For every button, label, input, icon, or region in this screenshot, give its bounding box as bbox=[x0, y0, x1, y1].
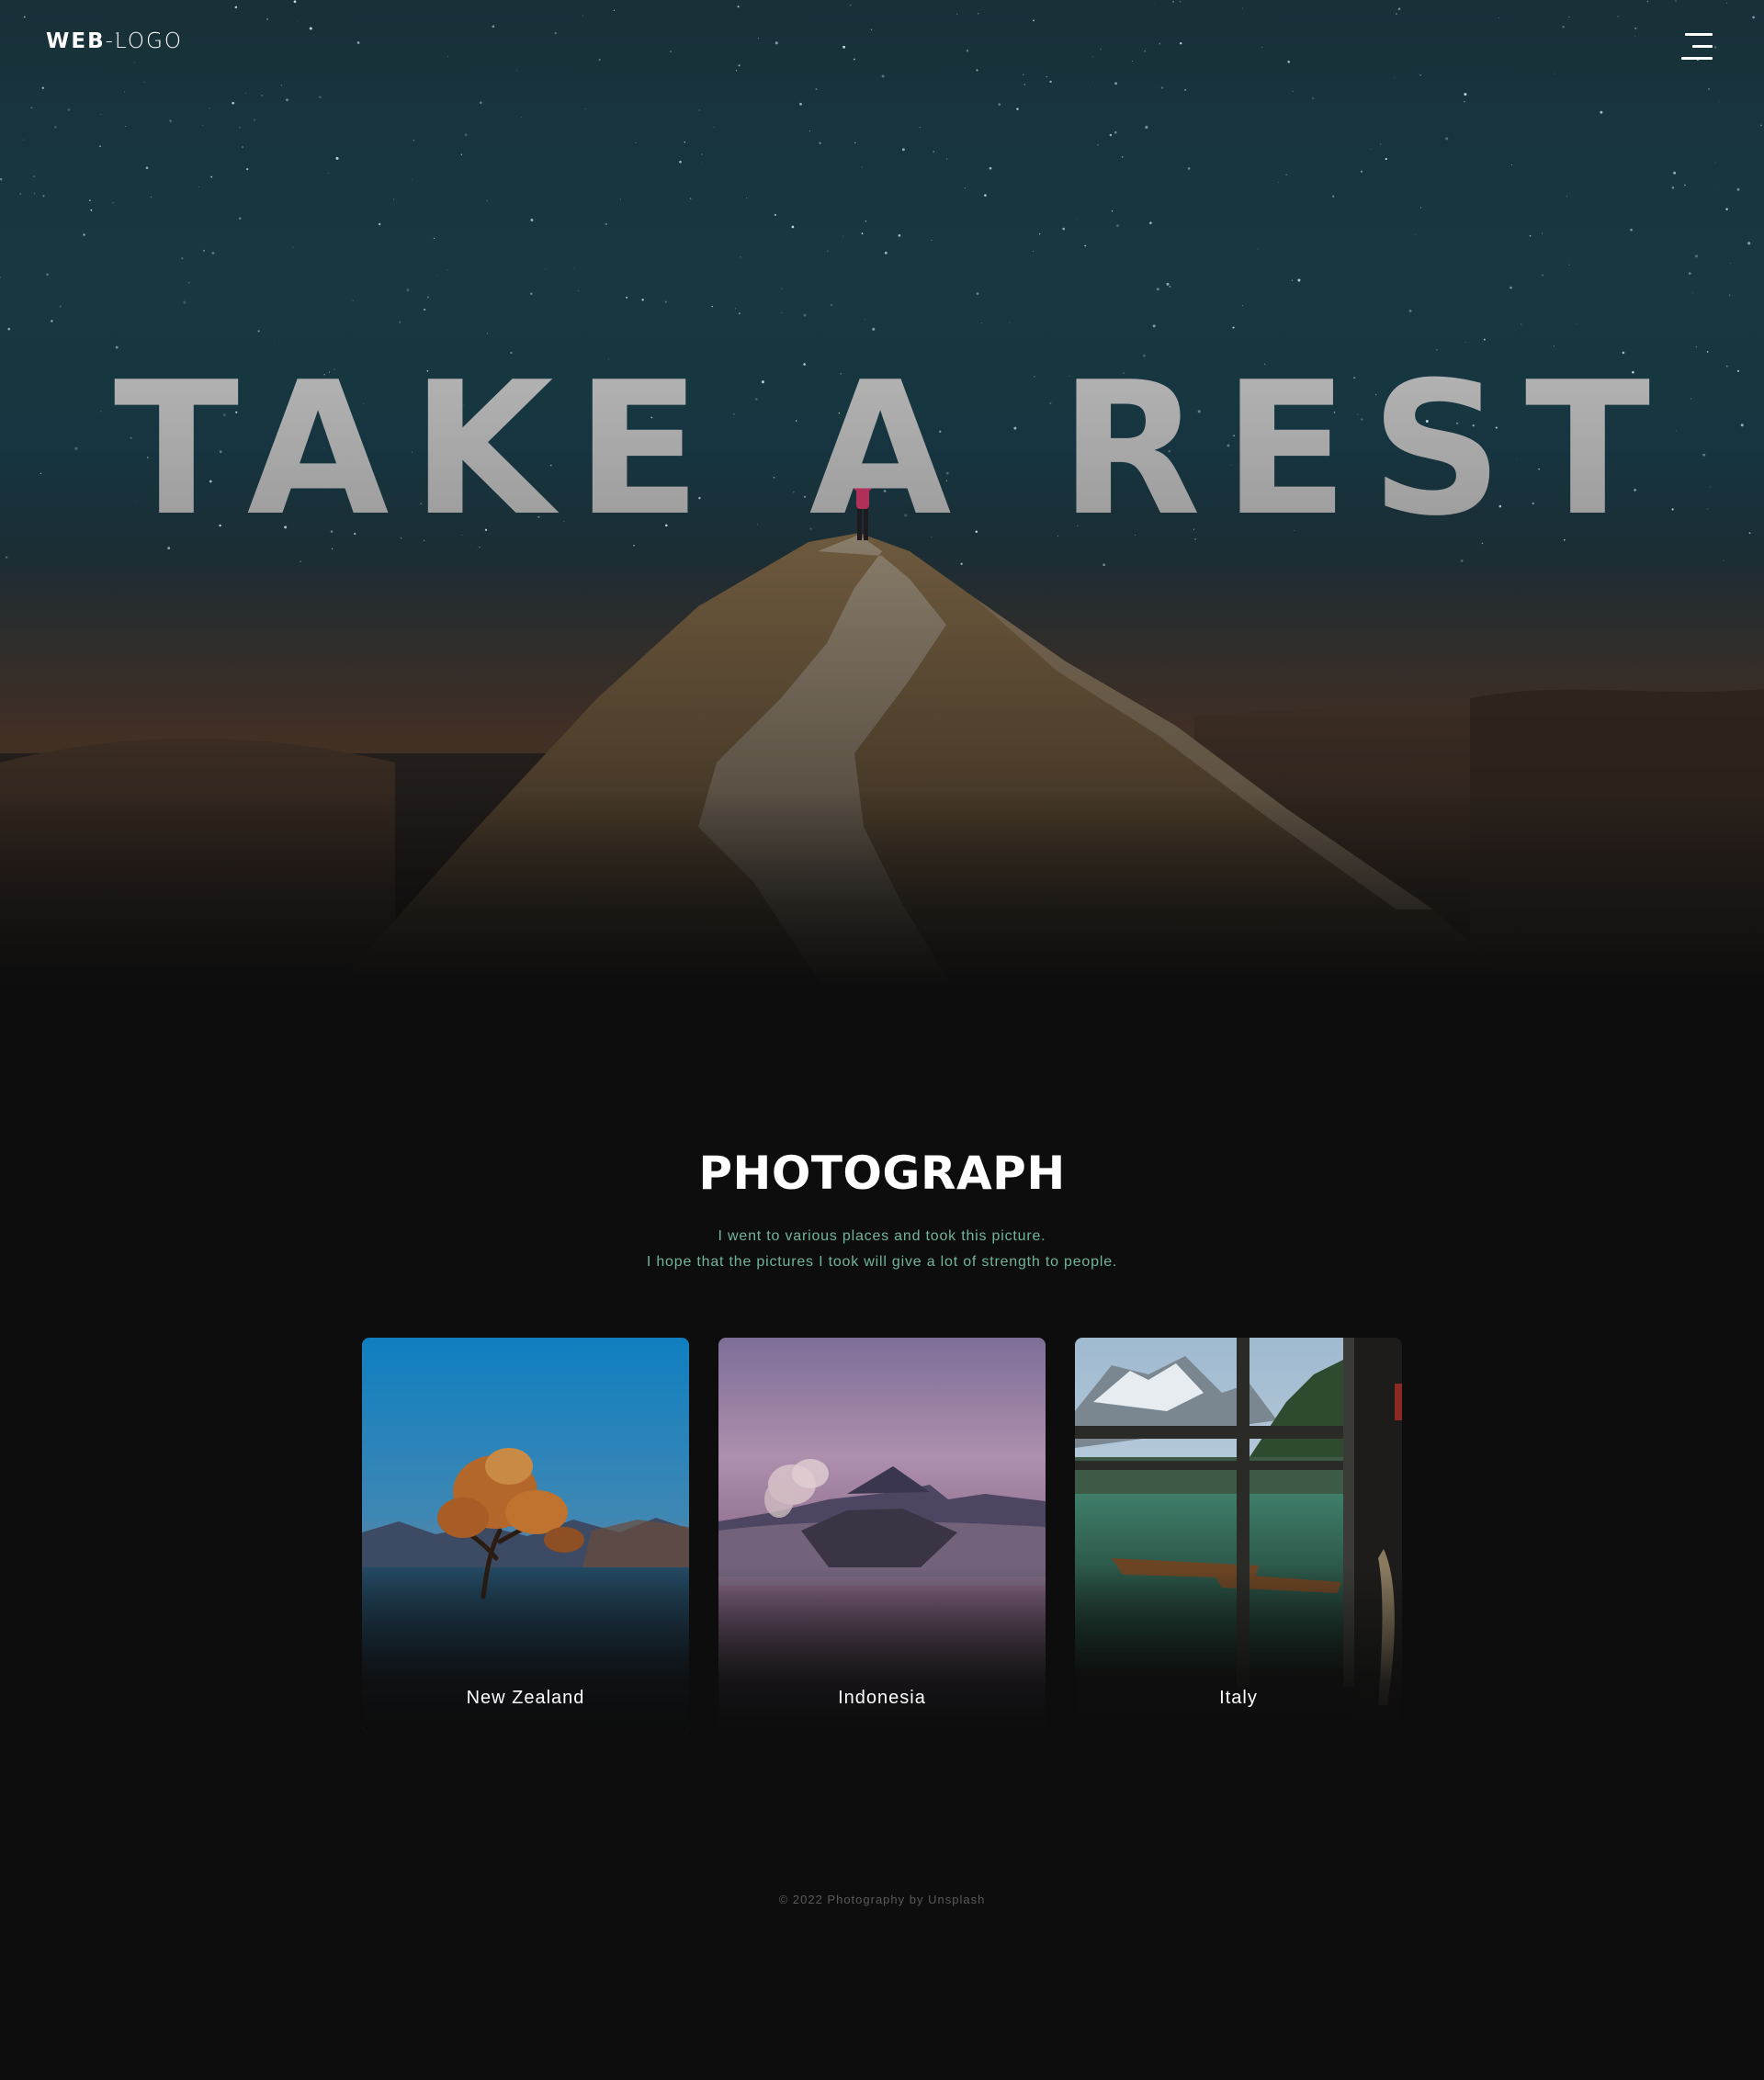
photo-card-grid: New Zealand Indonesia Italy bbox=[362, 1338, 1402, 1733]
site-logo[interactable]: WEB-LOGO bbox=[46, 29, 183, 53]
section-title: PHOTOGRAPH bbox=[698, 1147, 1066, 1200]
menu-line bbox=[1692, 45, 1713, 48]
description-line: I went to various places and took this p… bbox=[718, 1228, 1046, 1244]
photo-card-italy[interactable]: Italy bbox=[1075, 1338, 1402, 1733]
hamburger-menu-icon[interactable] bbox=[1681, 33, 1713, 61]
menu-line bbox=[1685, 33, 1713, 36]
menu-line bbox=[1681, 57, 1713, 60]
description-line: I hope that the pictures I took will giv… bbox=[646, 1254, 1118, 1270]
photo-card-indonesia[interactable]: Indonesia bbox=[718, 1338, 1046, 1733]
photo-card-new-zealand[interactable]: New Zealand bbox=[362, 1338, 689, 1733]
logo-bold-text: WEB bbox=[46, 29, 106, 53]
hero-title: TAKE A REST bbox=[0, 358, 1764, 542]
card-label: Italy bbox=[1219, 1688, 1258, 1708]
card-label: New Zealand bbox=[466, 1688, 585, 1708]
hero-fade-overlay bbox=[0, 790, 1764, 992]
logo-light-text: -LOGO bbox=[105, 29, 183, 53]
section-description: I went to various places and took this p… bbox=[0, 1224, 1764, 1275]
card-label: Indonesia bbox=[838, 1688, 926, 1708]
footer-copyright: © 2022 Photography by Unsplash bbox=[778, 1893, 986, 1906]
